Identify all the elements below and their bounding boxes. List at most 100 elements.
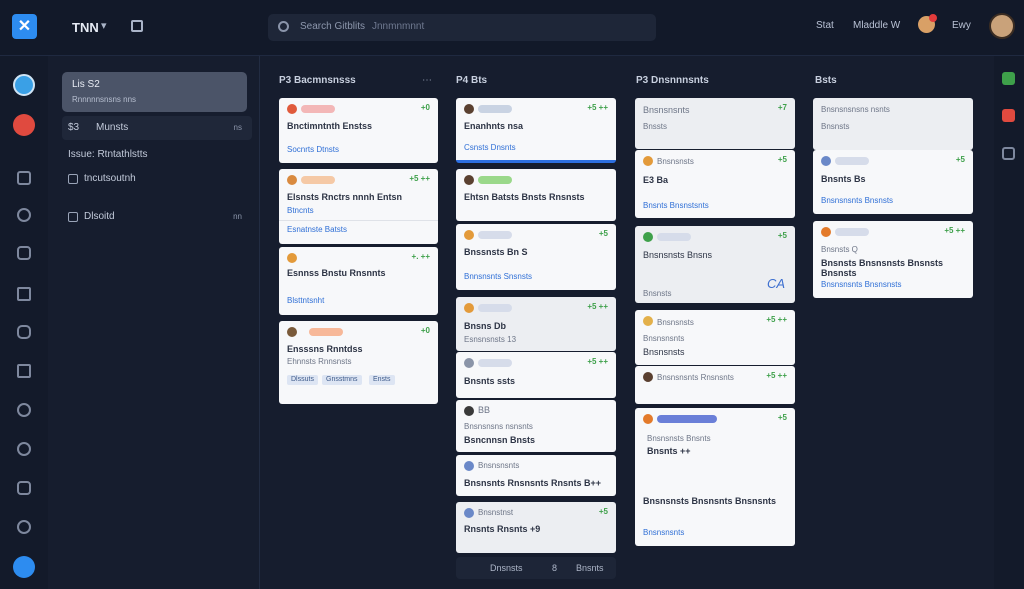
help-icon[interactable]	[17, 442, 31, 456]
globe-icon[interactable]	[17, 520, 31, 534]
sidepanel-item-disputed[interactable]: Dlsoitd nn	[62, 205, 252, 229]
card-subtitle: Bsncnnsn Bnsts	[464, 435, 536, 445]
list-icon[interactable]	[17, 171, 31, 185]
card-link[interactable]: Blsttntsnht	[287, 296, 324, 305]
card-status: +5	[955, 155, 965, 164]
task-card[interactable]: Bnsnsnsnsns nsnts Bnsnsts	[813, 98, 973, 150]
task-card[interactable]: Bnsnsnsnts Rnsnsnts +5 ++	[635, 366, 795, 404]
search-bar[interactable]: Search Gitblits Jnnmnmnnt	[268, 14, 656, 41]
top-link-stat[interactable]: Stat	[816, 20, 834, 31]
reports-icon[interactable]	[17, 481, 31, 495]
item-label: Munsts	[96, 122, 129, 133]
app-logo-icon[interactable]: ✕	[12, 14, 37, 39]
top-link-middle[interactable]: Mladdle W	[853, 20, 900, 31]
task-card[interactable]: +5 Bnsnsnsts Bnsns Bnsnsts CA	[635, 226, 795, 303]
task-card[interactable]: +5 ++ Bnsnts ssts	[456, 352, 616, 398]
task-card[interactable]: Ehtsn Batsts Bnsts Rnsnsts	[456, 169, 616, 221]
sidepanel-item-issue[interactable]: Issue: Rtntathlstts	[62, 143, 252, 167]
task-card[interactable]: Bnsnsnsnts +7 Bnssts	[635, 98, 795, 149]
task-card-selected[interactable]: +5 ++ Enanhnts nsa Csnsts Dnsnts	[456, 98, 616, 163]
card-link[interactable]: Bnnsnsnts Snsnsts	[464, 272, 532, 281]
user-avatar[interactable]	[989, 13, 1015, 39]
apps-icon[interactable]	[1002, 72, 1015, 85]
label-tag	[657, 233, 691, 241]
card-title: Bnsnts ++	[647, 446, 691, 456]
document-icon[interactable]	[17, 364, 31, 378]
task-card[interactable]: +5 ++ Bnsnsts Q Bnsnsts Bnsnsnsts Bnsnst…	[813, 221, 973, 298]
card-link[interactable]: Bnsnsnsnts Bnsnsts	[821, 196, 893, 205]
settings-icon[interactable]	[17, 403, 31, 417]
card-subtitle: E3 Ba	[643, 175, 669, 185]
card-link[interactable]: Socnrts Dtnsts	[287, 145, 339, 154]
assignee-avatar	[287, 253, 297, 263]
card-status: +5	[598, 507, 608, 516]
task-card[interactable]: +5 Bnssnsts Bn S Bnnsnsnts Snsnsts	[456, 224, 616, 290]
users-icon[interactable]	[17, 246, 31, 260]
task-card[interactable]: +0 Bnctimntnth Enstss Socnrts Dtnsts	[279, 98, 438, 163]
side-panel: Lis S2 Rnnnnnsnsns nns $3 Munsts ns Issu…	[50, 56, 260, 589]
card-meta: Ehnnsts Rnnsnsts	[287, 357, 352, 366]
task-card[interactable]: +0 Ensssns Rnntdss Ehnnsts Rnnsnsts Dlss…	[279, 321, 438, 404]
task-card[interactable]: Bnsnstnst +5 Rnsnts Rnsnts +9	[456, 502, 616, 553]
card-status: +5	[777, 413, 787, 422]
card-title: Bnsnsnsnts	[643, 105, 690, 115]
card-meta: Bnsnsts	[821, 122, 850, 131]
card-title: Esnnss Bnstu Rnsnnts	[287, 268, 386, 278]
assignee-avatar	[287, 104, 297, 114]
assignee-avatar	[643, 156, 653, 166]
target-icon[interactable]	[17, 208, 31, 222]
card-title: Bnsnts Bs	[821, 174, 866, 184]
column-footer[interactable]: Dnsnsts 8 Bnsnts	[456, 557, 616, 579]
task-card[interactable]: +5 ++ Elsnsts Rnctrs nnnh Entsn Btncnts …	[279, 169, 438, 244]
chip[interactable]: Dlssuts	[287, 375, 318, 385]
task-card[interactable]: +. ++ Esnnss Bnstu Rnsnnts Blsttntsnht	[279, 247, 438, 315]
label-tag	[478, 105, 512, 113]
chevron-down-icon[interactable]: ▾	[101, 19, 107, 32]
sidepanel-item-munsts[interactable]: $3 Munsts ns	[62, 116, 252, 140]
card-title: Ehtsn Batsts Bnsts Rnsnsts	[464, 192, 585, 202]
task-card[interactable]: Bnsnsnsts +5 ++ Bnsnsnsnts Bnsnsnsts	[635, 310, 795, 365]
top-link-user[interactable]: Ewy	[952, 20, 971, 31]
sidepanel-active-item[interactable]: Lis S2 Rnnnnnsnsns nns	[62, 72, 247, 112]
workspace-title[interactable]: TNN	[72, 20, 99, 35]
board-grid-icon[interactable]	[131, 20, 143, 32]
label-tag	[478, 176, 512, 184]
sidepanel-item-timeline[interactable]: tncutsoutnh	[62, 167, 252, 191]
column-header-2[interactable]: P4 Bts	[456, 75, 487, 86]
card-link[interactable]: Csnsts Dnsnts	[464, 143, 516, 152]
chip[interactable]: Gnsstmns	[322, 375, 362, 385]
card-title: Bnssnsts Bn S	[464, 247, 528, 257]
task-card[interactable]: BB Bnsnsnsns nsnsnts Bsncnnsn Bnsts	[456, 400, 616, 452]
puzzle-icon[interactable]	[17, 325, 31, 339]
task-card[interactable]: +5 Bnsnsnsts Bnsnts Bnsnts ++ Bnsnsnsts …	[635, 408, 795, 546]
column-menu-icon[interactable]: ⋯	[422, 75, 432, 86]
column-header-4[interactable]: Bsts	[815, 75, 837, 86]
label-tag	[301, 105, 335, 113]
card-status: +5 ++	[944, 226, 965, 235]
card-subtitle: Bnsnsnsts Bnsnsnts Bnsnsnts	[643, 496, 777, 506]
calendar-icon[interactable]	[17, 287, 31, 301]
alert-icon[interactable]	[1002, 109, 1015, 122]
card-meta[interactable]: Esnatnste Batsts	[287, 225, 347, 234]
assignee-avatar	[643, 372, 653, 382]
column-header-1[interactable]: P3 Bacmnsnsss	[279, 75, 356, 86]
help-avatar-icon[interactable]	[13, 556, 35, 578]
item-count: ns	[233, 123, 242, 132]
card-status: +7	[777, 103, 787, 112]
grid-icon[interactable]	[1002, 147, 1015, 160]
assignee-avatar	[821, 156, 831, 166]
card-link[interactable]: Bnsnsnsnts	[643, 528, 684, 537]
assignee-avatar	[464, 175, 474, 185]
card-link[interactable]: Bnsnsnsnts Bnsnsnsts	[821, 280, 901, 289]
card-link[interactable]: Btncnts	[287, 206, 314, 215]
chip[interactable]: Ensts	[369, 375, 395, 385]
card-link[interactable]: Bnsnts Bnsnstsnts	[643, 201, 709, 210]
card-subtitle: Bnsnsts Q	[821, 245, 858, 254]
task-card[interactable]: Bnsnsnsts +5 E3 Ba Bnsnts Bnsnstsnts	[635, 150, 795, 218]
task-card[interactable]: Bnsnsnsnts Bnsnsnts Rnsnsnts Rnsnts B++	[456, 455, 616, 496]
assignee-avatar	[464, 303, 474, 313]
task-card[interactable]: +5 Bnsnts Bs Bnsnsnsnts Bnsnsts	[813, 150, 973, 214]
column-header-3[interactable]: P3 Dnsnnnsnts	[636, 75, 709, 86]
item-count: nn	[233, 212, 242, 221]
task-card[interactable]: +5 ++ Bnsns Db Esnsnsnsts 13	[456, 297, 616, 351]
